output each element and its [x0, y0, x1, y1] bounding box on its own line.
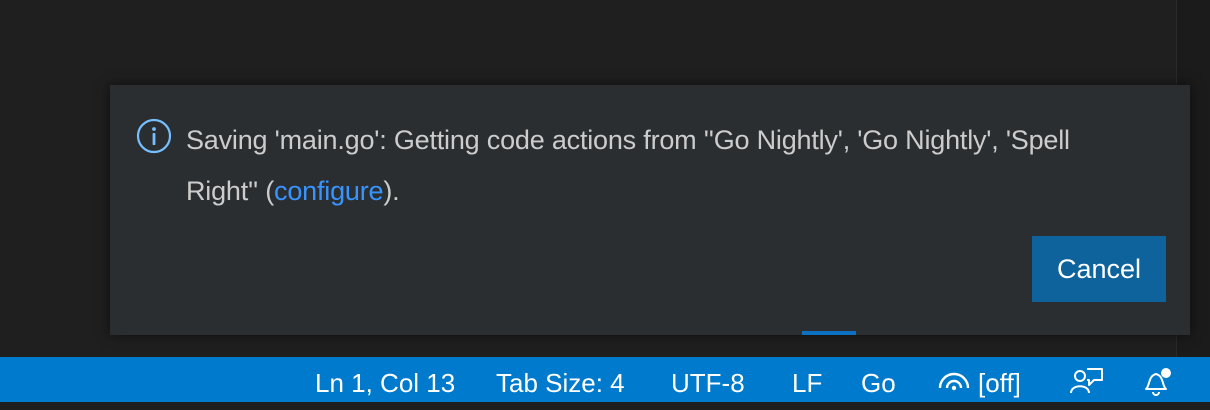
cursor-position-item[interactable]: Ln 1, Col 13 [315, 357, 455, 402]
line-ending-item[interactable]: LF [792, 357, 822, 402]
progress-indicator [802, 331, 856, 335]
notification-message-end: ). [383, 176, 400, 206]
live-share-status-item[interactable]: [off] [978, 357, 1021, 402]
configure-link[interactable]: configure [274, 176, 383, 206]
notification-message: Saving 'main.go': Getting code actions f… [186, 115, 1146, 217]
language-mode-item[interactable]: Go [861, 357, 896, 402]
info-icon [136, 118, 172, 154]
cancel-button[interactable]: Cancel [1032, 236, 1166, 302]
broadcast-icon[interactable] [937, 367, 971, 400]
notification-toast: Saving 'main.go': Getting code actions f… [110, 85, 1190, 335]
encoding-item[interactable]: UTF-8 [671, 357, 745, 402]
tab-size-item[interactable]: Tab Size: 4 [496, 357, 625, 402]
feedback-icon[interactable] [1070, 367, 1104, 402]
status-bar: Ln 1, Col 13 Tab Size: 4 UTF-8 LF Go [of… [0, 357, 1210, 402]
notifications-bell-icon[interactable] [1141, 367, 1175, 404]
